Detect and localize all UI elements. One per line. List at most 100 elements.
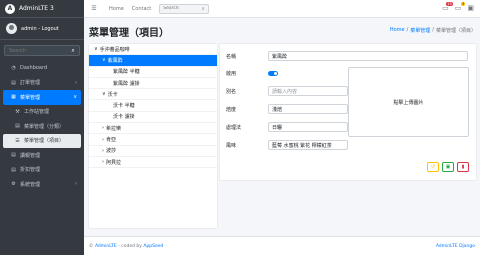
- save-button[interactable]: ▣: [442, 162, 454, 172]
- tools-icon: ⚒: [15, 108, 20, 115]
- brand-link[interactable]: A AdminLTE 3: [0, 0, 84, 18]
- sidebar-item-label: 系統管理: [20, 181, 41, 188]
- form-actions: ↺ ▣ ▮: [427, 162, 469, 172]
- sidebar-item-menu-category[interactable]: ▤ 菜單管理（分類）: [3, 119, 81, 134]
- brand-name: AdminLTE 3: [19, 5, 54, 12]
- chevron-left-icon: ‹: [75, 181, 77, 188]
- sidebar-item-menu-items[interactable]: ☰ 菜單管理（項目）: [3, 133, 81, 148]
- enabled-row: 啟用: [226, 70, 278, 77]
- hamburger-menu-icon[interactable]: ☰: [87, 5, 101, 12]
- process-label: 處理法: [226, 124, 242, 131]
- tree-node[interactable]: › 肯亞: [89, 134, 217, 146]
- alias-field[interactable]: 請輸入內容: [268, 86, 348, 96]
- brand-logo-icon: A: [5, 3, 15, 14]
- list-icon: ☰: [15, 137, 20, 144]
- chevron-down-icon: ∨: [102, 57, 106, 64]
- main-sidebar: A AdminLTE 3 admin - Logout ⌕ ◔ Dashboar…: [0, 0, 84, 255]
- report-icon: ▤: [11, 152, 16, 159]
- sidebar-item-menu[interactable]: ▦ 菜單管理 ∨: [3, 90, 81, 105]
- sidebar-item-label: 菜單管理（項目）: [24, 138, 65, 145]
- tree-node-selected[interactable]: ∨ 紫風酔: [89, 55, 217, 67]
- process-field[interactable]: 日曬: [268, 122, 348, 132]
- sidebar-item-dashboard[interactable]: ◔ Dashboard: [3, 61, 81, 76]
- footer-text: - coded by: [118, 243, 142, 249]
- sidebar-item-system[interactable]: ⚙ 系統管理 ‹: [3, 177, 81, 192]
- enabled-toggle[interactable]: [268, 71, 278, 76]
- sidebar-item-workstation[interactable]: ⚒ 工作站管理: [3, 105, 81, 120]
- comments-badge: 15: [446, 2, 453, 6]
- user-panel: admin - Logout: [0, 18, 84, 40]
- trash-icon: ▮: [461, 164, 465, 170]
- navbar-search-input[interactable]: [160, 4, 199, 13]
- logout-link[interactable]: admin - Logout: [21, 26, 59, 32]
- tree-node[interactable]: 沃卡 半糖: [89, 100, 217, 112]
- sidebar-item-orders[interactable]: ▤ 訂單管理 ‹: [3, 76, 81, 91]
- sidebar-search-input[interactable]: [5, 46, 67, 55]
- tree-node[interactable]: ∨ 手沖蕎品咖啡: [89, 44, 217, 56]
- tree-node-label: 沃卡: [107, 91, 118, 98]
- chevron-right-icon: ›: [102, 125, 104, 132]
- avatar: [6, 23, 17, 34]
- tree-node[interactable]: ∨ 沃卡: [89, 89, 217, 101]
- dashboard-icon: ◔: [11, 65, 16, 72]
- list-icon: ▤: [15, 123, 20, 130]
- sidebar-item-reports[interactable]: ▤ 讀報管理: [3, 148, 81, 163]
- roast-label: 焙度: [226, 106, 237, 113]
- search-icon[interactable]: ⌕: [198, 5, 208, 13]
- alias-row: 別名 請輸入內容: [226, 86, 348, 96]
- breadcrumb: Home / 菜單管理 / 菜單管理（項目）: [390, 27, 476, 34]
- footer-brand-link[interactable]: AdminLTE: [95, 244, 117, 249]
- sidebar-search: ⌕: [4, 45, 80, 56]
- reset-button[interactable]: ↺: [427, 162, 439, 172]
- footer-author-link[interactable]: AppSeed: [143, 244, 163, 249]
- process-row: 處理法 日曬: [226, 122, 348, 132]
- tree-node[interactable]: › 阿貝拉: [89, 157, 217, 169]
- tree-node-label: 希拉樂: [106, 125, 122, 132]
- roast-row: 焙度 淺焙: [226, 104, 348, 114]
- orders-icon: ▤: [11, 79, 16, 86]
- sidebar-item-label: 訂單管理: [20, 80, 41, 87]
- bell-icon[interactable]: ▭ 3: [455, 2, 466, 12]
- sidebar-item-discounts[interactable]: ▤ 折扣管理: [3, 163, 81, 178]
- navbar-icons: ▭ 15 ▭ 3 ▣: [442, 2, 474, 12]
- menu-grid-icon: ▦: [11, 94, 16, 101]
- sidebar-item-label: 菜單管理: [20, 94, 41, 101]
- sidebar-item-label: 工作站管理: [24, 109, 50, 116]
- flavor-row: 風味 藍莓 水蜜桃 紫花 檸檬紅茶: [226, 140, 348, 150]
- search-icon[interactable]: ⌕: [67, 46, 79, 55]
- flavor-field[interactable]: 藍莓 水蜜桃 紫花 檸檬紅茶: [268, 140, 348, 150]
- gear-icon: ⚙: [11, 181, 16, 188]
- nav-link-home[interactable]: Home: [109, 6, 124, 12]
- breadcrumb-separator: /: [432, 27, 434, 33]
- tree-node[interactable]: › 波莎: [89, 146, 217, 157]
- sidebar-item-label: Dashboard: [20, 65, 48, 72]
- breadcrumb-menu[interactable]: 菜單管理: [410, 27, 430, 34]
- tree-node-label: 肯亞: [106, 137, 117, 144]
- tree-node[interactable]: 紫風酔 半糖: [89, 67, 217, 78]
- flavor-label: 風味: [226, 142, 237, 149]
- footer-right-link[interactable]: AdminLTE Django: [436, 244, 475, 249]
- tree-node-label: 紫風酔 濾掛: [113, 80, 140, 87]
- nav-link-contact[interactable]: Contact: [132, 6, 151, 12]
- breadcrumb-home[interactable]: Home: [390, 27, 405, 34]
- tree-node[interactable]: 紫風酔 濾掛: [89, 78, 217, 90]
- top-navbar: ☰ Home Contact ⌕ ▭15 ▭3 ▣: [84, 0, 480, 18]
- tree-node-label: 紫風酔 半糖: [113, 69, 140, 76]
- tree-node-label: 波莎: [106, 148, 117, 155]
- undo-icon: ↺: [430, 164, 436, 170]
- tree-node[interactable]: 沃卡 濾掛: [89, 112, 217, 124]
- chevron-right-icon: ›: [102, 136, 104, 143]
- chevron-right-icon: ›: [102, 147, 104, 154]
- name-field[interactable]: 紫風酔: [268, 51, 468, 61]
- grid-icon[interactable]: ▣: [467, 4, 474, 12]
- tree-node-label: 沃卡 濾掛: [113, 114, 135, 121]
- item-form-panel: 名稱 紫風酔 啟用 別名 請輸入內容 焙度 淺焙 處理法 日曬 風味 藍莓 水蜜…: [220, 44, 476, 180]
- comments-icon[interactable]: ▭ 15: [442, 2, 453, 12]
- tree-node-label: 手沖蕎品咖啡: [99, 46, 130, 53]
- delete-button[interactable]: ▮: [457, 162, 469, 172]
- sidebar-item-label: 折扣管理: [20, 167, 41, 174]
- roast-field[interactable]: 淺焙: [268, 104, 348, 114]
- breadcrumb-separator: /: [406, 27, 409, 33]
- image-upload-area[interactable]: 點擊上傳圖片: [348, 67, 469, 137]
- tree-node[interactable]: › 希拉樂: [89, 123, 217, 135]
